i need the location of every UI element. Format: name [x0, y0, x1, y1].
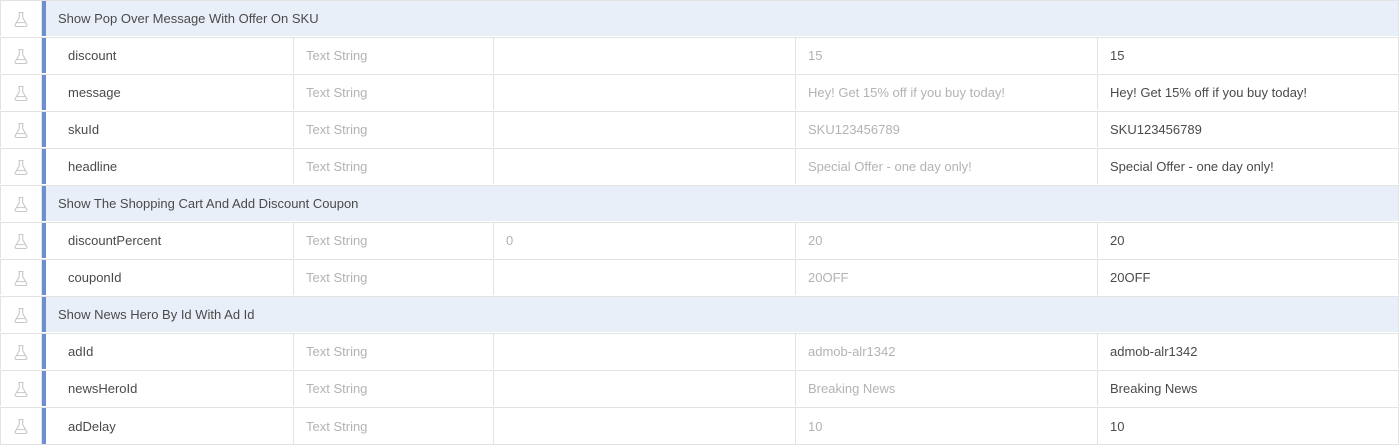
param-placeholder[interactable]: Hey! Get 15% off if you buy today! — [796, 75, 1098, 110]
param-placeholder[interactable]: Breaking News — [796, 371, 1098, 406]
param-type[interactable]: Text String — [294, 149, 494, 184]
param-name: headline — [46, 149, 294, 184]
flask-icon[interactable] — [1, 186, 42, 221]
param-type[interactable]: Text String — [294, 75, 494, 110]
param-type[interactable]: Text String — [294, 334, 494, 369]
param-value[interactable]: 10 — [1098, 408, 1398, 444]
param-default[interactable] — [494, 75, 796, 110]
flask-icon[interactable] — [1, 75, 42, 110]
param-row[interactable]: discount Text String 15 15 — [0, 37, 1399, 73]
flask-icon[interactable] — [1, 112, 42, 147]
param-default[interactable] — [494, 149, 796, 184]
group-title: Show Pop Over Message With Offer On SKU — [58, 11, 319, 26]
parameter-grid: Show Pop Over Message With Offer On SKU … — [0, 0, 1400, 445]
param-name: adId — [46, 334, 294, 369]
flask-icon[interactable] — [1, 260, 42, 295]
param-row[interactable]: adDelay Text String 10 10 — [0, 407, 1399, 445]
flask-icon[interactable] — [1, 334, 42, 369]
param-type[interactable]: Text String — [294, 223, 494, 258]
param-name: skuId — [46, 112, 294, 147]
param-placeholder[interactable]: 20 — [796, 223, 1098, 258]
param-placeholder[interactable]: 10 — [796, 408, 1098, 444]
param-default[interactable] — [494, 371, 796, 406]
group-row[interactable]: Show The Shopping Cart And Add Discount … — [0, 185, 1399, 221]
param-name: discountPercent — [46, 223, 294, 258]
flask-icon[interactable] — [1, 1, 42, 36]
flask-icon[interactable] — [1, 371, 42, 406]
flask-icon[interactable] — [1, 223, 42, 258]
param-name: discount — [46, 38, 294, 73]
param-default[interactable] — [494, 334, 796, 369]
param-placeholder[interactable]: SKU123456789 — [796, 112, 1098, 147]
param-placeholder[interactable]: 15 — [796, 38, 1098, 73]
param-placeholder[interactable]: 20OFF — [796, 260, 1098, 295]
param-row[interactable]: couponId Text String 20OFF 20OFF — [0, 259, 1399, 295]
flask-icon[interactable] — [1, 297, 42, 332]
param-row[interactable]: headline Text String Special Offer - one… — [0, 148, 1399, 184]
param-row[interactable]: adId Text String admob-alr1342 admob-alr… — [0, 333, 1399, 369]
param-row[interactable]: discountPercent Text String 0 20 20 — [0, 222, 1399, 258]
flask-icon[interactable] — [1, 38, 42, 73]
group-title: Show The Shopping Cart And Add Discount … — [58, 196, 359, 211]
param-default[interactable] — [494, 260, 796, 295]
param-type[interactable]: Text String — [294, 260, 494, 295]
param-value[interactable]: 20OFF — [1098, 260, 1398, 295]
flask-icon[interactable] — [1, 149, 42, 184]
param-type[interactable]: Text String — [294, 371, 494, 406]
param-default[interactable] — [494, 112, 796, 147]
param-default[interactable] — [494, 408, 796, 444]
param-default[interactable]: 0 — [494, 223, 796, 258]
param-placeholder[interactable]: Special Offer - one day only! — [796, 149, 1098, 184]
param-row[interactable]: newsHeroId Text String Breaking News Bre… — [0, 370, 1399, 406]
param-name: couponId — [46, 260, 294, 295]
param-value[interactable]: Breaking News — [1098, 371, 1398, 406]
group-row[interactable]: Show Pop Over Message With Offer On SKU — [0, 0, 1399, 36]
param-name: message — [46, 75, 294, 110]
param-type[interactable]: Text String — [294, 408, 494, 444]
param-placeholder[interactable]: admob-alr1342 — [796, 334, 1098, 369]
param-type[interactable]: Text String — [294, 38, 494, 73]
param-value[interactable]: 20 — [1098, 223, 1398, 258]
param-default[interactable] — [494, 38, 796, 73]
param-name: adDelay — [46, 408, 294, 444]
param-value[interactable]: SKU123456789 — [1098, 112, 1398, 147]
param-value[interactable]: Hey! Get 15% off if you buy today! — [1098, 75, 1398, 110]
param-value[interactable]: admob-alr1342 — [1098, 334, 1398, 369]
flask-icon[interactable] — [1, 408, 42, 444]
param-type[interactable]: Text String — [294, 112, 494, 147]
param-row[interactable]: skuId Text String SKU123456789 SKU123456… — [0, 111, 1399, 147]
param-value[interactable]: Special Offer - one day only! — [1098, 149, 1398, 184]
param-row[interactable]: message Text String Hey! Get 15% off if … — [0, 74, 1399, 110]
group-row[interactable]: Show News Hero By Id With Ad Id — [0, 296, 1399, 332]
param-value[interactable]: 15 — [1098, 38, 1398, 73]
param-name: newsHeroId — [46, 371, 294, 406]
group-title: Show News Hero By Id With Ad Id — [58, 307, 255, 322]
